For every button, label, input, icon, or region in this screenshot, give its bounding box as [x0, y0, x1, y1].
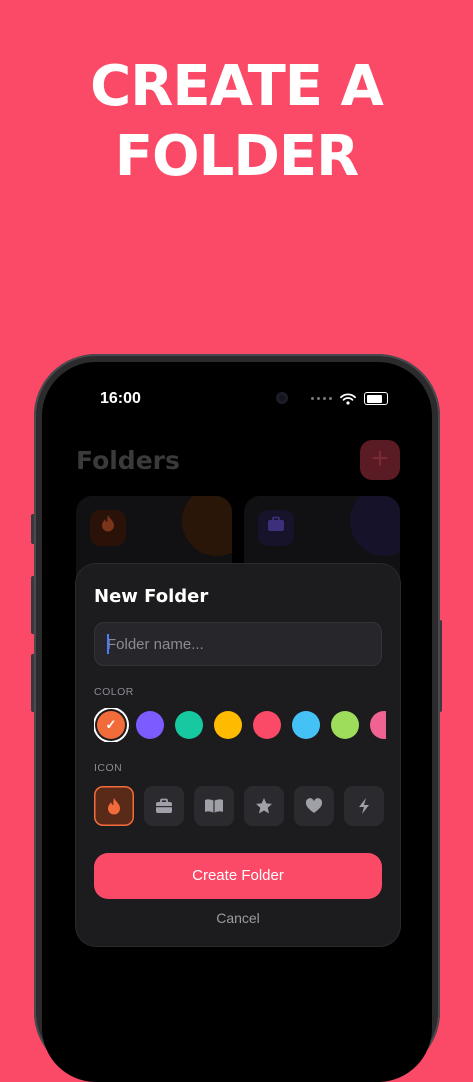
check-icon: ✓ [105, 717, 117, 732]
color-swatch[interactable] [253, 711, 281, 739]
color-section-label: COLOR [94, 686, 134, 698]
folders-title: Folders [76, 446, 180, 475]
signal-icon [311, 397, 332, 400]
color-swatch[interactable] [331, 711, 359, 739]
status-time: 16:00 [100, 390, 141, 407]
icon-option-briefcase[interactable] [144, 786, 184, 826]
color-swatch[interactable] [214, 711, 242, 739]
book-icon [205, 799, 223, 813]
heart-icon [305, 798, 323, 813]
new-folder-modal: New Folder COLOR ✓ ICON [76, 564, 400, 946]
headline-line-2: FOLDER [114, 124, 359, 189]
modal-title: New Folder [94, 586, 209, 607]
wifi-icon [340, 392, 356, 405]
phone-screen: 16:00 Folders + New Folder Folder name..… [42, 362, 432, 1082]
cancel-button[interactable]: Cancel [94, 910, 382, 926]
headline-line-1: CREATE A [90, 54, 384, 119]
color-swatch[interactable] [136, 711, 164, 739]
color-swatch[interactable] [370, 711, 386, 739]
color-swatch[interactable] [175, 711, 203, 739]
text-cursor [107, 634, 109, 654]
bolt-icon [359, 798, 369, 814]
phone-frame: 16:00 Folders + New Folder Folder name..… [34, 354, 440, 1082]
camera-icon [276, 392, 288, 404]
briefcase-icon [156, 798, 172, 813]
icon-option-star[interactable] [244, 786, 284, 826]
briefcase-icon [258, 510, 294, 546]
color-swatch-selected[interactable]: ✓ [97, 711, 125, 739]
headline: CREATE A FOLDER [0, 52, 473, 192]
icon-option-flame[interactable] [94, 786, 134, 826]
create-folder-button[interactable]: Create Folder [94, 853, 382, 899]
star-icon [256, 798, 272, 814]
flame-icon [108, 798, 120, 815]
add-folder-button[interactable]: + [360, 440, 400, 480]
color-swatch[interactable] [292, 711, 320, 739]
folder-name-input[interactable] [94, 622, 382, 666]
icon-option-bolt[interactable] [344, 786, 384, 826]
card-glow [182, 496, 232, 556]
status-indicators [311, 392, 388, 405]
icon-option-book[interactable] [194, 786, 234, 826]
icon-section-label: ICON [94, 762, 123, 774]
battery-icon [364, 392, 388, 405]
icon-option-heart[interactable] [294, 786, 334, 826]
card-glow [350, 496, 400, 556]
color-picker: ✓ [94, 708, 386, 742]
flame-icon [90, 510, 126, 546]
